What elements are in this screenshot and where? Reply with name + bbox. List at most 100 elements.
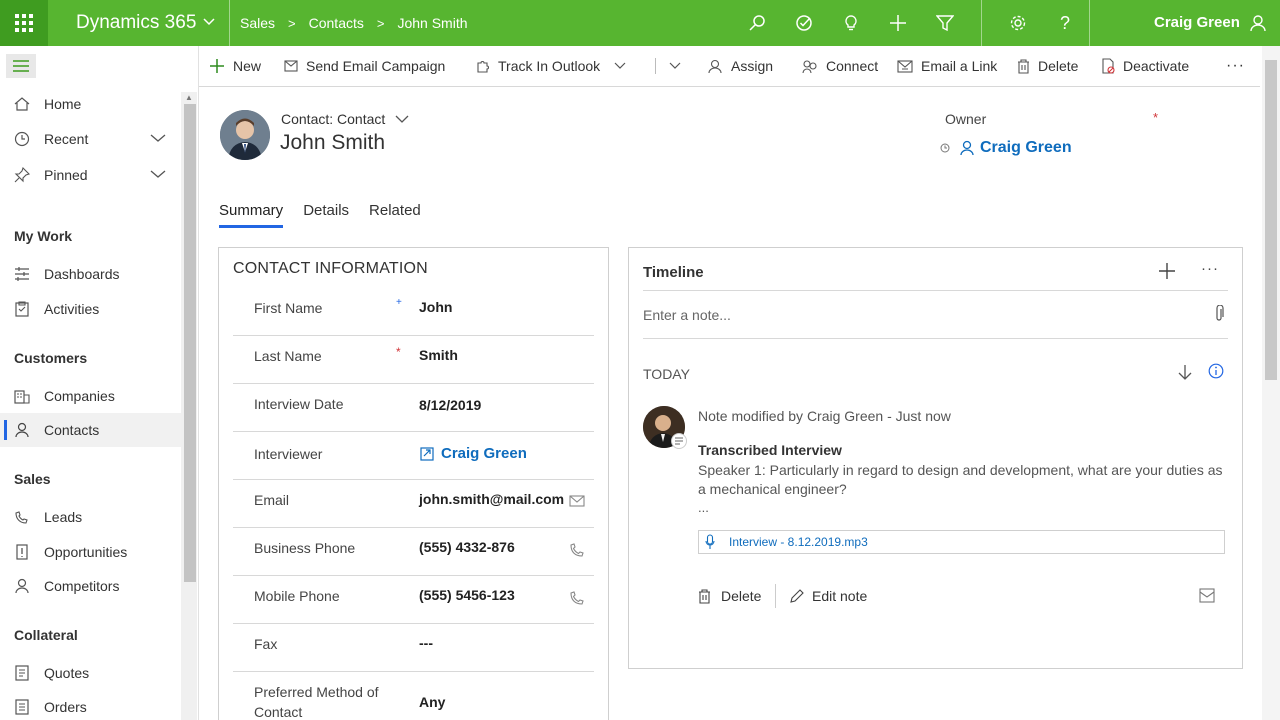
delete-button[interactable]: Delete xyxy=(1017,46,1078,86)
assign-button[interactable]: Assign xyxy=(708,46,773,86)
field-value[interactable]: (555) 4332-876 xyxy=(419,539,515,555)
task-check-icon[interactable] xyxy=(793,12,815,34)
clipboard-icon xyxy=(15,301,29,317)
new-button[interactable]: New xyxy=(209,46,261,86)
person-icon[interactable] xyxy=(1247,12,1269,34)
track-in-outlook-label: Track In Outlook xyxy=(498,58,601,74)
search-icon[interactable] xyxy=(746,12,768,34)
plus-icon[interactable] xyxy=(887,12,909,34)
phone-icon[interactable] xyxy=(569,590,585,606)
contact-information-section: CONTACT INFORMATION First Name + John La… xyxy=(218,247,609,720)
sidebar-scrollbar-thumb[interactable] xyxy=(184,104,196,582)
send-email-campaign-button[interactable]: Send Email Campaign xyxy=(284,46,445,86)
required-indicator: * xyxy=(1153,110,1159,125)
field-value[interactable]: (555) 5456-123 xyxy=(419,587,515,603)
field-value[interactable]: john.smith@mail.com xyxy=(419,491,564,507)
field-label: Preferred Method of Contact xyxy=(254,684,379,720)
scroll-up-icon[interactable]: ▲ xyxy=(185,93,193,102)
sidebar-item-quotes[interactable]: Quotes xyxy=(0,656,181,690)
track-in-outlook-button[interactable]: Track In Outlook xyxy=(475,46,634,86)
attachment-name: Interview - 8.12.2019.mp3 xyxy=(729,535,868,549)
chevron-down-icon[interactable] xyxy=(614,62,626,70)
chevron-down-icon xyxy=(395,115,409,123)
deactivate-button[interactable]: Deactivate xyxy=(1101,46,1189,86)
breadcrumb-separator: > xyxy=(288,15,296,31)
open-email-icon[interactable] xyxy=(1199,588,1215,603)
page-scrollbar-thumb[interactable] xyxy=(1265,60,1277,380)
field-business-phone[interactable]: Business Phone (555) 4332-876 xyxy=(233,528,594,576)
sidebar-item-activities[interactable]: Activities xyxy=(0,292,181,326)
breadcrumb-contacts[interactable]: Contacts xyxy=(309,15,364,31)
trash-icon xyxy=(1018,58,1029,74)
field-value[interactable]: Any xyxy=(419,694,445,710)
sitemap-toggle-button[interactable] xyxy=(6,54,36,78)
entry-subject: Transcribed Interview xyxy=(698,442,842,458)
sidebar-item-pinned[interactable]: Pinned xyxy=(0,158,181,192)
field-value[interactable]: 8/12/2019 xyxy=(419,397,481,413)
chevron-down-icon[interactable] xyxy=(202,17,216,27)
delete-note-button[interactable]: Delete xyxy=(698,588,761,604)
sidebar-group-title: Sales xyxy=(14,471,51,487)
user-name[interactable]: Craig Green xyxy=(1154,0,1240,46)
more-dropdown-button[interactable] xyxy=(669,46,689,86)
tab-details[interactable]: Details xyxy=(303,202,349,228)
field-mobile-phone[interactable]: Mobile Phone (555) 5456-123 xyxy=(233,576,594,624)
app-title[interactable]: Dynamics 365 xyxy=(76,0,196,46)
email-a-link-button[interactable]: Email a Link xyxy=(897,46,997,86)
field-value[interactable]: --- xyxy=(419,635,433,651)
lightbulb-icon[interactable] xyxy=(840,12,862,34)
tab-related[interactable]: Related xyxy=(369,202,421,228)
field-value[interactable]: Smith xyxy=(419,347,458,363)
help-icon[interactable]: ? xyxy=(1054,12,1076,34)
sidebar-item-competitors[interactable]: Competitors xyxy=(0,569,181,603)
sidebar-item-recent[interactable]: Recent xyxy=(0,122,181,156)
sidebar-item-companies[interactable]: Companies xyxy=(0,379,181,413)
phone-icon[interactable] xyxy=(569,542,585,558)
field-interviewer[interactable]: Interviewer Craig Green xyxy=(233,432,594,480)
owner-field[interactable]: Craig Green xyxy=(959,139,1072,157)
sidebar-item-dashboards[interactable]: Dashboards xyxy=(0,257,181,291)
connect-button[interactable]: Connect xyxy=(802,46,878,86)
sidebar-item-opportunities[interactable]: Opportunities xyxy=(0,535,181,569)
info-icon[interactable] xyxy=(1208,363,1224,379)
breadcrumb: Sales > Contacts > John Smith xyxy=(240,0,468,46)
sidebar-item-orders[interactable]: Orders xyxy=(0,690,181,720)
note-input[interactable]: Enter a note... xyxy=(643,307,731,323)
more-commands-button[interactable]: ··· xyxy=(1226,46,1245,86)
record-type-label: Contact: Contact xyxy=(281,111,386,127)
field-interview-date[interactable]: Interview Date 8/12/2019 xyxy=(233,384,594,432)
sidebar-item-leads[interactable]: Leads xyxy=(0,500,181,534)
tab-summary[interactable]: Summary xyxy=(219,202,284,228)
app-launcher-button[interactable] xyxy=(0,0,48,46)
filter-icon[interactable] xyxy=(934,12,956,34)
field-email[interactable]: Email john.smith@mail.com xyxy=(233,480,594,528)
arrow-down-icon[interactable] xyxy=(1177,364,1193,381)
sidebar-item-home[interactable]: Home xyxy=(0,87,181,121)
top-bar: Dynamics 365 Sales > Contacts > John Smi… xyxy=(0,0,1280,46)
plus-icon[interactable] xyxy=(1158,262,1176,280)
trash-icon xyxy=(699,588,710,604)
sidebar-item-contacts[interactable]: Contacts xyxy=(0,413,181,447)
field-label: Interview Date xyxy=(254,396,344,412)
field-last-name[interactable]: Last Name * Smith xyxy=(233,336,594,384)
field-preferred-method-of-contact[interactable]: Preferred Method of Contact Any xyxy=(233,672,594,720)
field-value[interactable]: John xyxy=(419,299,452,315)
field-fax[interactable]: Fax --- xyxy=(233,624,594,672)
chevron-down-icon[interactable] xyxy=(150,133,166,143)
gear-icon[interactable] xyxy=(1007,12,1029,34)
attachment-link[interactable]: Interview - 8.12.2019.mp3 xyxy=(698,530,1225,554)
sidebar-item-label: Dashboards xyxy=(44,266,120,282)
paperclip-icon[interactable] xyxy=(1214,305,1224,323)
field-first-name[interactable]: First Name + John xyxy=(233,288,594,336)
person-icon xyxy=(15,422,29,438)
record-type-selector[interactable]: Contact: Contact xyxy=(281,111,409,127)
chevron-down-icon[interactable] xyxy=(150,169,166,179)
field-label: Business Phone xyxy=(254,540,356,556)
more-options-icon[interactable]: ··· xyxy=(1201,260,1219,277)
send-email-icon[interactable] xyxy=(569,494,585,508)
divider xyxy=(775,584,776,608)
breadcrumb-sales[interactable]: Sales xyxy=(240,15,275,31)
sidebar-item-label: Contacts xyxy=(44,422,100,438)
interviewer-link[interactable]: Craig Green xyxy=(419,445,527,462)
edit-note-button[interactable]: Edit note xyxy=(789,588,867,604)
